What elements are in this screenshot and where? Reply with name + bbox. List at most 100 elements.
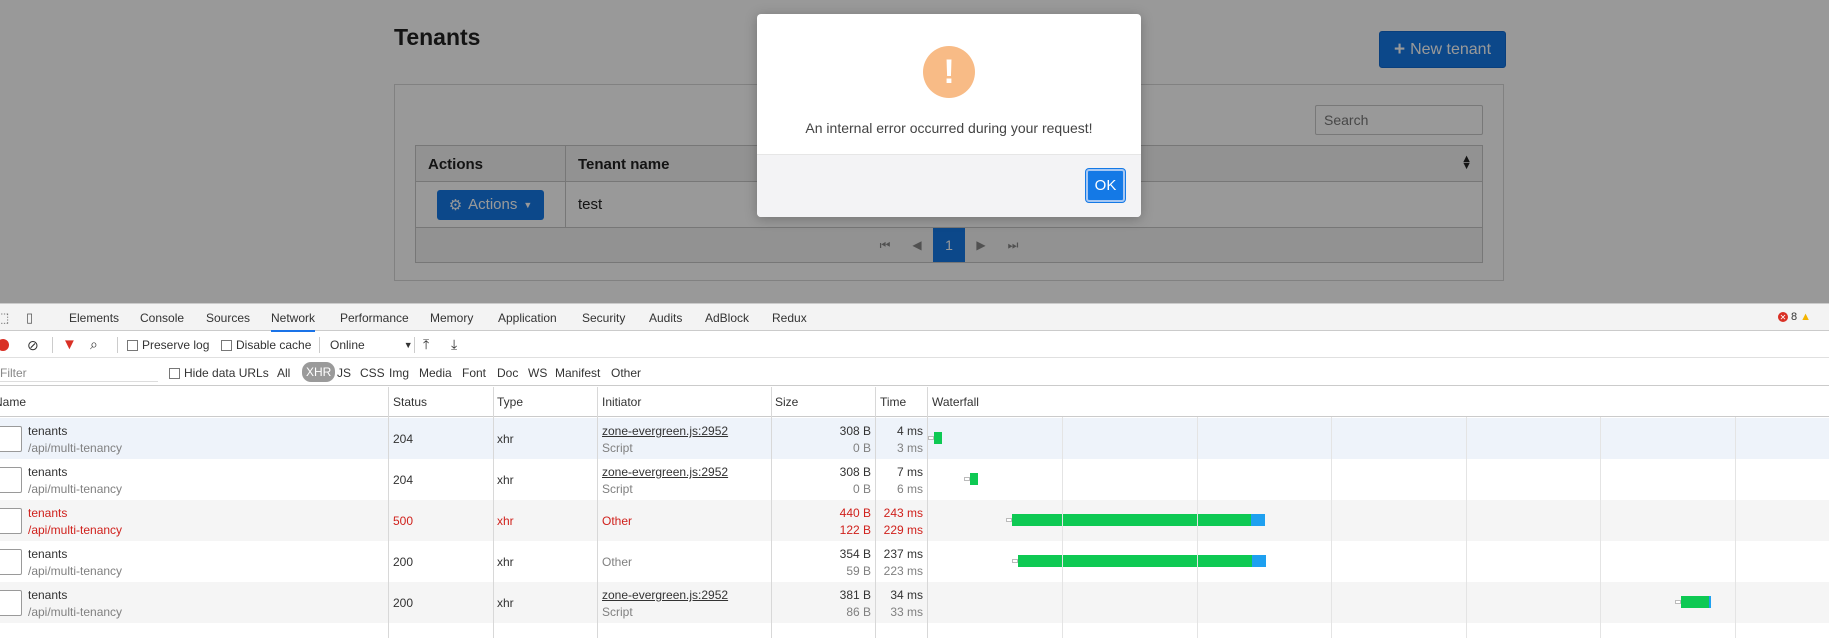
request-initiator-link[interactable]: zone-evergreen.js:2952	[602, 588, 728, 602]
column-header-status[interactable]: Status	[393, 395, 427, 409]
filter-input[interactable]	[0, 364, 158, 382]
file-icon	[0, 590, 22, 616]
file-icon	[0, 508, 22, 534]
waterfall-waiting-bar[interactable]	[1011, 514, 1251, 526]
export-har-icon[interactable]: ⤓	[451, 336, 457, 353]
column-header-size[interactable]: Size	[775, 395, 798, 409]
column-header-name[interactable]: Name	[0, 395, 26, 409]
filter-type-xhr[interactable]: XHR	[302, 362, 336, 382]
waterfall-download-bar[interactable]	[1250, 514, 1266, 526]
tab-adblock[interactable]: AdBlock	[705, 311, 749, 325]
preserve-log-label: Preserve log	[142, 338, 210, 352]
waterfall-waiting-bar[interactable]	[970, 473, 979, 485]
request-status: 500	[393, 514, 414, 528]
throttling-select[interactable]: Online ▼	[330, 338, 413, 352]
request-size: 440 B	[839, 506, 871, 520]
request-initiator-type: Script	[602, 605, 633, 619]
filter-icon[interactable]: ▼	[62, 336, 77, 353]
warning-icon: !	[923, 46, 975, 98]
filter-type-all[interactable]: All	[277, 366, 290, 380]
request-type: xhr	[497, 514, 514, 528]
request-initiator-link[interactable]: zone-evergreen.js:2952	[602, 465, 728, 479]
request-content-size: 0 B	[852, 441, 871, 455]
network-toolbar: ⊘ ▼ ⌕ Preserve log Disable cache Online …	[0, 332, 1829, 358]
tab-application[interactable]: Application	[498, 311, 557, 325]
table-row[interactable]: tenants/api/multi-tenancy 204 xhr zone-ever…	[0, 459, 1829, 500]
request-path: /api/multi-tenancy	[28, 441, 123, 455]
waterfall-waiting-bar[interactable]	[1018, 555, 1252, 567]
error-icon: ✕	[1777, 312, 1788, 322]
device-toolbar-icon[interactable]: ▯	[26, 310, 33, 326]
request-content-size: 59 B	[846, 564, 871, 578]
request-status: 204	[393, 432, 414, 446]
warning-triangle-icon: ▲	[1800, 311, 1811, 323]
column-header-type[interactable]: Type	[497, 395, 523, 409]
request-path: /api/multi-tenancy	[28, 523, 123, 537]
file-icon	[0, 426, 22, 452]
request-size: 308 B	[839, 465, 871, 479]
request-latency: 33 ms	[890, 605, 923, 619]
request-initiator-type: Script	[602, 482, 633, 496]
preserve-log-checkbox[interactable]: Preserve log	[127, 338, 209, 352]
table-row[interactable]: tenants/api/multi-tenancy 200 xhr zone-ever…	[0, 582, 1829, 623]
request-path: /api/multi-tenancy	[28, 605, 123, 619]
error-counter[interactable]: ✕ 8 ▲	[1777, 311, 1811, 323]
filter-type-css[interactable]: CSS	[360, 366, 385, 380]
request-name: tenants	[28, 424, 68, 438]
column-header-initiator[interactable]: Initiator	[602, 395, 641, 409]
waterfall-waiting-bar[interactable]	[1680, 596, 1710, 608]
tab-memory[interactable]: Memory	[430, 311, 473, 325]
tab-security[interactable]: Security	[582, 311, 625, 325]
filter-type-ws[interactable]: WS	[528, 366, 547, 380]
filter-type-other[interactable]: Other	[611, 366, 641, 380]
table-row[interactable]: tenants/api/multi-tenancy 200 xhr Other 354 …	[0, 541, 1829, 582]
checkbox-box	[169, 367, 180, 379]
import-har-icon[interactable]: ⤒	[423, 336, 429, 353]
request-path: /api/multi-tenancy	[28, 482, 123, 496]
column-header-waterfall[interactable]: Waterfall	[932, 395, 979, 409]
filter-type-img[interactable]: Img	[389, 366, 409, 380]
request-status: 200	[393, 596, 414, 610]
waterfall-download-bar[interactable]	[1251, 555, 1267, 567]
request-initiator-link[interactable]: zone-evergreen.js:2952	[602, 424, 728, 438]
column-header-time[interactable]: Time	[880, 395, 906, 409]
filter-type-font[interactable]: Font	[462, 366, 486, 380]
tab-audits[interactable]: Audits	[649, 311, 682, 325]
filter-type-manifest[interactable]: Manifest	[555, 366, 600, 380]
filter-type-media[interactable]: Media	[419, 366, 452, 380]
table-row[interactable]: tenants/api/multi-tenancy 204 xhr zone-ever…	[0, 418, 1829, 459]
disable-cache-label: Disable cache	[236, 338, 312, 352]
hide-data-urls-checkbox[interactable]: Hide data URLs	[169, 366, 269, 380]
request-time: 237 ms	[883, 547, 923, 561]
record-icon[interactable]	[0, 339, 9, 351]
request-time: 7 ms	[896, 465, 923, 479]
tab-redux[interactable]: Redux	[772, 311, 807, 325]
request-type: xhr	[497, 596, 514, 610]
tab-network[interactable]: Network	[271, 311, 316, 332]
filter-type-js[interactable]: JS	[337, 366, 351, 380]
clear-icon[interactable]: ⊘	[27, 337, 39, 354]
error-dialog: ! An internal error occurred during your…	[757, 14, 1141, 217]
checkbox-box	[127, 339, 138, 351]
waterfall-download-bar[interactable]	[1709, 596, 1712, 608]
request-name: tenants	[28, 465, 68, 479]
disable-cache-checkbox[interactable]: Disable cache	[221, 338, 311, 352]
waterfall-waiting-bar[interactable]	[934, 432, 943, 444]
request-content-size: 0 B	[852, 482, 871, 496]
request-initiator: Other	[602, 555, 633, 569]
tab-elements[interactable]: Elements	[69, 311, 119, 325]
inspect-element-icon[interactable]: ⬚	[0, 310, 9, 326]
table-row[interactable]: tenants/api/multi-tenancy 500 xhr Other 440 …	[0, 500, 1829, 541]
tab-performance[interactable]: Performance	[340, 311, 409, 325]
search-icon[interactable]: ⌕	[90, 336, 98, 353]
request-initiator: Other	[602, 514, 633, 528]
request-latency: 229 ms	[883, 523, 923, 537]
ok-button[interactable]: OK	[1086, 169, 1125, 202]
request-time: 34 ms	[890, 588, 923, 602]
chevron-down-icon: ▼	[403, 340, 413, 350]
tab-console[interactable]: Console	[140, 311, 184, 325]
dialog-footer: OK	[757, 154, 1141, 217]
tab-sources[interactable]: Sources	[206, 311, 250, 325]
error-count: 8	[1790, 311, 1798, 323]
filter-type-doc[interactable]: Doc	[497, 366, 518, 380]
